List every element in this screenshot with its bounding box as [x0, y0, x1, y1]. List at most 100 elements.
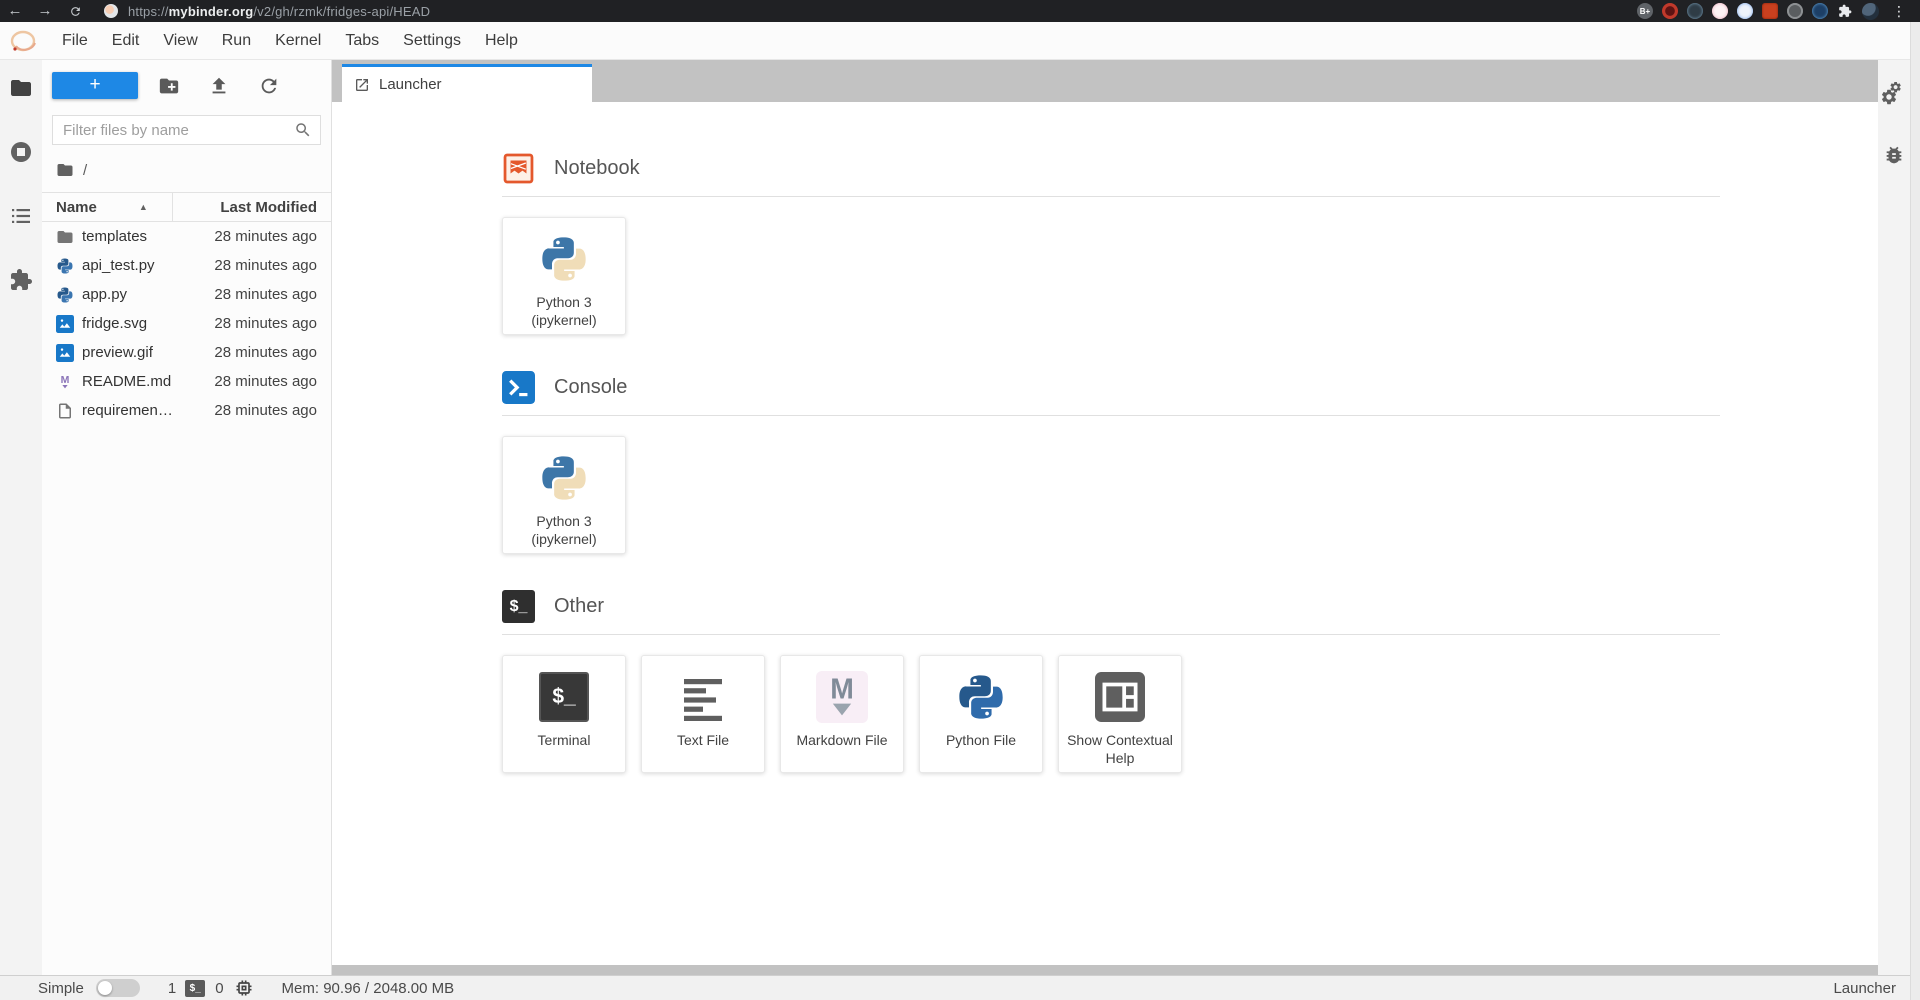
section-title: Console — [554, 376, 627, 399]
extension-icon[interactable] — [1687, 3, 1703, 19]
menu-settings[interactable]: Settings — [391, 22, 473, 59]
file-row-preview-gif[interactable]: preview.gif 28 minutes ago — [42, 338, 331, 367]
tab-launcher-label: Launcher — [379, 76, 442, 93]
section-divider — [502, 634, 1720, 635]
menu-tabs[interactable]: Tabs — [333, 22, 391, 59]
browser-scrollbar[interactable] — [1910, 22, 1920, 1000]
menu-file[interactable]: File — [50, 22, 100, 59]
forward-icon[interactable]: → — [30, 0, 60, 22]
breadcrumb-root[interactable]: / — [83, 162, 87, 179]
file-name: preview.gif — [82, 344, 153, 361]
card-label: Python File — [946, 732, 1016, 750]
file-browser-panel: + / Name ▲ Last Modified templa — [42, 60, 332, 975]
browser-extensions-row: B+ ⋮ — [1637, 3, 1920, 20]
image-file-icon — [56, 315, 74, 333]
file-icon — [56, 402, 74, 420]
horizontal-scrollbar[interactable] — [332, 965, 1878, 975]
menu-view[interactable]: View — [151, 22, 209, 59]
workspace-body: + / Name ▲ Last Modified templa — [0, 60, 1920, 975]
camera-extension-icon[interactable] — [1787, 3, 1803, 19]
terminal-card[interactable]: $_ Terminal — [502, 655, 626, 773]
launcher-icon — [354, 77, 370, 93]
new-launcher-button[interactable]: + — [52, 72, 138, 99]
refresh-icon[interactable] — [258, 75, 280, 97]
extension-icon[interactable] — [1762, 3, 1778, 19]
terminal-status-icon[interactable]: $_ — [185, 980, 205, 997]
extension-manager-puzzle-icon[interactable] — [9, 268, 33, 292]
section-divider — [502, 196, 1720, 197]
file-row-app[interactable]: app.py 28 minutes ago — [42, 280, 331, 309]
column-name[interactable]: Name — [42, 199, 97, 216]
menubar: File Edit View Run Kernel Tabs Settings … — [0, 22, 1920, 60]
extension-icon[interactable] — [1662, 3, 1678, 19]
extension-icon[interactable] — [1812, 3, 1828, 19]
python-icon — [56, 286, 74, 304]
section-other: $_ Other — [502, 590, 1878, 623]
file-modified: 28 minutes ago — [214, 373, 317, 390]
tab-launcher[interactable]: Launcher — [342, 64, 592, 102]
profile-avatar[interactable] — [1862, 3, 1879, 20]
upload-icon[interactable] — [208, 75, 230, 97]
markdown-file-card[interactable]: M Markdown File — [780, 655, 904, 773]
running-sessions-icon[interactable] — [9, 140, 33, 164]
file-browser-tab-folder-icon[interactable] — [9, 76, 33, 100]
menu-help[interactable]: Help — [473, 22, 530, 59]
file-row-fridge-svg[interactable]: fridge.svg 28 minutes ago — [42, 309, 331, 338]
table-of-contents-icon[interactable] — [9, 204, 33, 228]
debugger-bug-icon[interactable] — [1883, 144, 1905, 166]
simple-mode-toggle[interactable] — [96, 979, 140, 997]
breadcrumb[interactable]: / — [56, 159, 331, 181]
card-label: Python 3(ipykernel) — [531, 294, 596, 329]
python3-notebook-card[interactable]: Python 3(ipykernel) — [502, 217, 626, 335]
browser-menu-icon[interactable]: ⋮ — [1888, 3, 1910, 20]
extension-bplus-icon[interactable]: B+ — [1637, 3, 1653, 19]
back-icon[interactable]: ← — [0, 0, 30, 22]
terminal-section-icon: $_ — [502, 590, 535, 623]
sort-ascending-icon[interactable]: ▲ — [139, 202, 148, 212]
menu-run[interactable]: Run — [210, 22, 263, 59]
python3-console-card[interactable]: Python 3(ipykernel) — [502, 436, 626, 554]
status-context-label: Launcher — [1833, 980, 1896, 997]
screen: ← → https://mybinder.org/v2/gh/rzmk/frid… — [0, 0, 1920, 1000]
python-file-card[interactable]: Python File — [919, 655, 1043, 773]
url-domain: mybinder.org — [169, 4, 254, 19]
card-label: Python 3(ipykernel) — [531, 513, 596, 548]
extension-icon[interactable] — [1712, 3, 1728, 19]
python-icon — [56, 257, 74, 275]
extensions-puzzle-icon[interactable] — [1837, 3, 1853, 19]
section-console: Console — [502, 371, 1878, 404]
terminals-count[interactable]: 1 — [168, 980, 176, 997]
python-kernel-icon — [538, 233, 590, 285]
file-row-requirements[interactable]: requiremen… 28 minutes ago — [42, 396, 331, 425]
toggle-knob — [98, 981, 112, 995]
new-folder-icon[interactable] — [158, 75, 180, 97]
file-row-api-test[interactable]: api_test.py 28 minutes ago — [42, 251, 331, 280]
menu-kernel[interactable]: Kernel — [263, 22, 333, 59]
property-inspector-gears-icon[interactable] — [1882, 82, 1906, 106]
text-file-card[interactable]: Text File — [641, 655, 765, 773]
kernel-chip-icon[interactable] — [234, 978, 254, 998]
binder-logo-icon — [8, 26, 44, 56]
filter-files-input[interactable] — [53, 122, 294, 139]
show-contextual-help-card[interactable]: Show ContextualHelp — [1058, 655, 1182, 773]
extension-icon[interactable] — [1737, 3, 1753, 19]
file-modified: 28 minutes ago — [214, 402, 317, 419]
python-file-icon — [955, 671, 1007, 723]
menu-edit[interactable]: Edit — [100, 22, 152, 59]
section-notebook: Notebook — [502, 152, 1878, 185]
address-bar[interactable]: https://mybinder.org/v2/gh/rzmk/fridges-… — [128, 4, 430, 19]
file-modified: 28 minutes ago — [214, 228, 317, 245]
file-row-templates[interactable]: templates 28 minutes ago — [42, 222, 331, 251]
contextual-help-icon — [1094, 671, 1146, 723]
file-row-readme[interactable]: M README.md 28 minutes ago — [42, 367, 331, 396]
kernels-count[interactable]: 0 — [215, 980, 223, 997]
file-name: README.md — [82, 373, 171, 390]
file-modified: 28 minutes ago — [214, 315, 317, 332]
text-file-icon — [677, 671, 729, 723]
column-last-modified[interactable]: Last Modified — [220, 199, 331, 216]
reload-icon[interactable] — [60, 0, 90, 22]
browser-chrome: ← → https://mybinder.org/v2/gh/rzmk/frid… — [0, 0, 1920, 22]
left-activity-bar — [0, 60, 42, 975]
memory-usage: Mem: 90.96 / 2048.00 MB — [282, 980, 455, 997]
url-protocol: https:// — [128, 4, 169, 19]
